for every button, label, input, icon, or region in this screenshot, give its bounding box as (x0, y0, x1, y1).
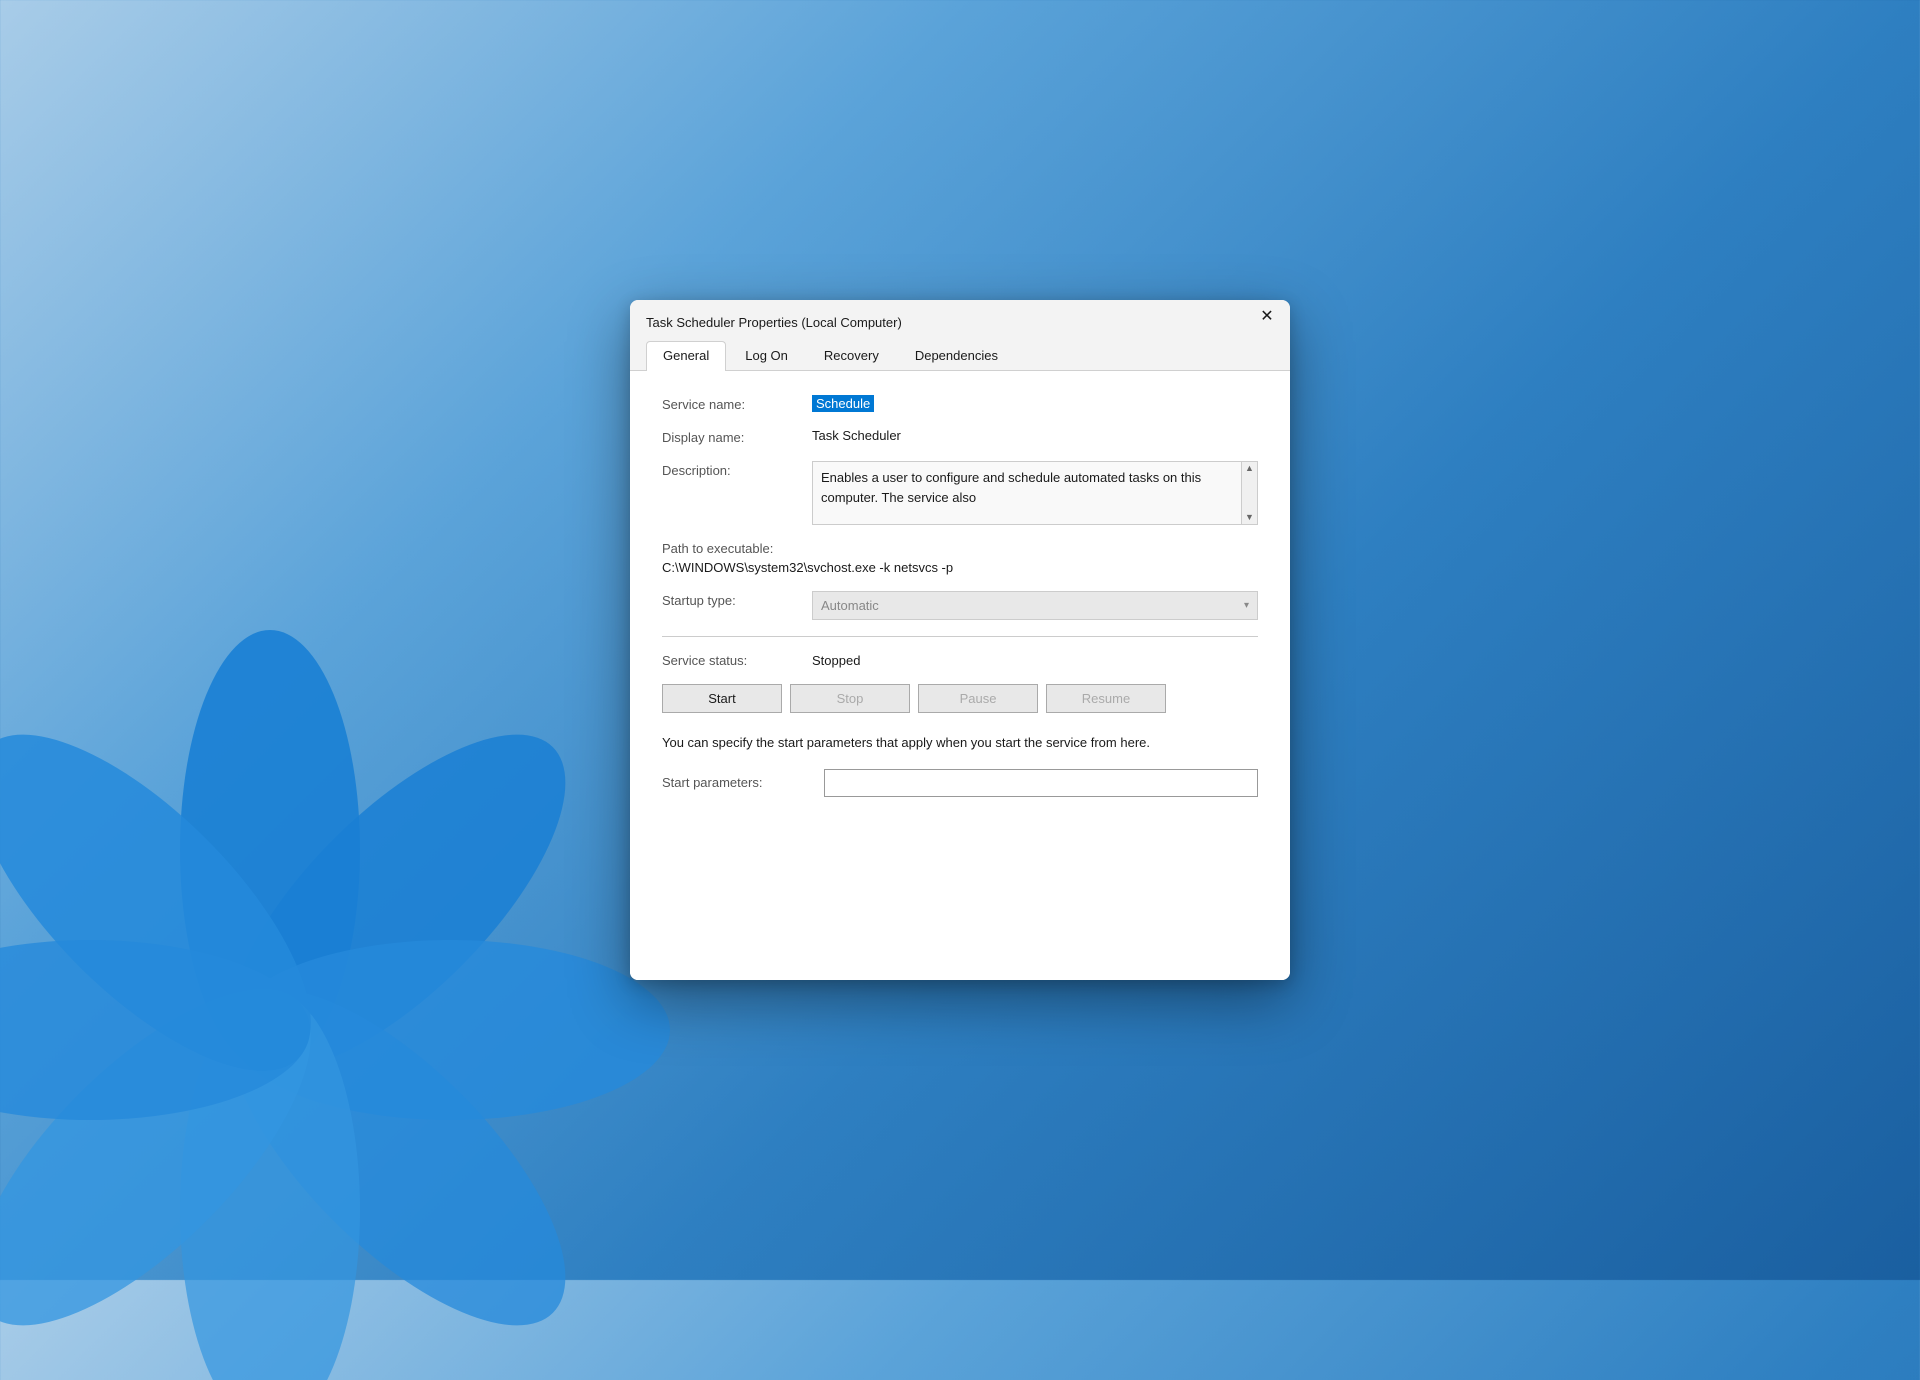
description-row: Description: Enables a user to configure… (662, 461, 1258, 525)
service-status-label: Service status: (662, 653, 812, 668)
tab-general[interactable]: General (646, 341, 726, 371)
startup-type-row: Startup type: Automatic ▾ (662, 591, 1258, 620)
pause-button[interactable]: Pause (918, 684, 1038, 713)
startup-type-value: Automatic (821, 598, 879, 613)
service-name-highlight: Schedule (812, 395, 874, 412)
close-button[interactable]: ✕ (1244, 300, 1290, 332)
tab-recovery[interactable]: Recovery (807, 341, 896, 371)
display-name-row: Display name: Task Scheduler (662, 428, 1258, 445)
description-textarea[interactable]: Enables a user to configure and schedule… (812, 461, 1242, 525)
path-label: Path to executable: (662, 541, 1258, 556)
chevron-down-icon: ▾ (1244, 600, 1249, 611)
tab-bar: General Log On Recovery Dependencies (630, 332, 1290, 371)
resume-button[interactable]: Resume (1046, 684, 1166, 713)
start-params-input[interactable] (824, 769, 1258, 797)
description-label: Description: (662, 461, 812, 478)
scroll-up-arrow[interactable]: ▲ (1245, 464, 1254, 473)
service-name-label: Service name: (662, 395, 812, 412)
service-status-value: Stopped (812, 653, 860, 668)
service-name-row: Service name: Schedule (662, 395, 1258, 412)
startup-type-label: Startup type: (662, 591, 812, 608)
stop-button[interactable]: Stop (790, 684, 910, 713)
startup-type-select[interactable]: Automatic ▾ (812, 591, 1258, 620)
path-section: Path to executable: C:\WINDOWS\system32\… (662, 541, 1258, 575)
tab-dependencies[interactable]: Dependencies (898, 341, 1015, 371)
tab-logon[interactable]: Log On (728, 341, 805, 371)
description-container: Enables a user to configure and schedule… (812, 461, 1258, 525)
start-button[interactable]: Start (662, 684, 782, 713)
display-name-value: Task Scheduler (812, 428, 1258, 443)
properties-dialog: Task Scheduler Properties (Local Compute… (630, 300, 1290, 980)
info-text: You can specify the start parameters tha… (662, 733, 1258, 753)
display-name-label: Display name: (662, 428, 812, 445)
service-name-value: Schedule (812, 395, 1258, 412)
start-params-label: Start parameters: (662, 775, 812, 790)
path-value: C:\WINDOWS\system32\svchost.exe -k netsv… (662, 560, 1258, 575)
scroll-down-arrow[interactable]: ▼ (1245, 513, 1254, 522)
section-divider (662, 636, 1258, 637)
service-control-buttons: Start Stop Pause Resume (662, 684, 1258, 713)
start-parameters-row: Start parameters: (662, 769, 1258, 797)
service-status-row: Service status: Stopped (662, 653, 1258, 668)
tab-content-general: Service name: Schedule Display name: Tas… (630, 371, 1290, 980)
description-scrollbar: ▲ ▼ (1242, 461, 1258, 525)
title-bar: Task Scheduler Properties (Local Compute… (630, 300, 1290, 332)
dialog-title: Task Scheduler Properties (Local Compute… (646, 315, 902, 330)
